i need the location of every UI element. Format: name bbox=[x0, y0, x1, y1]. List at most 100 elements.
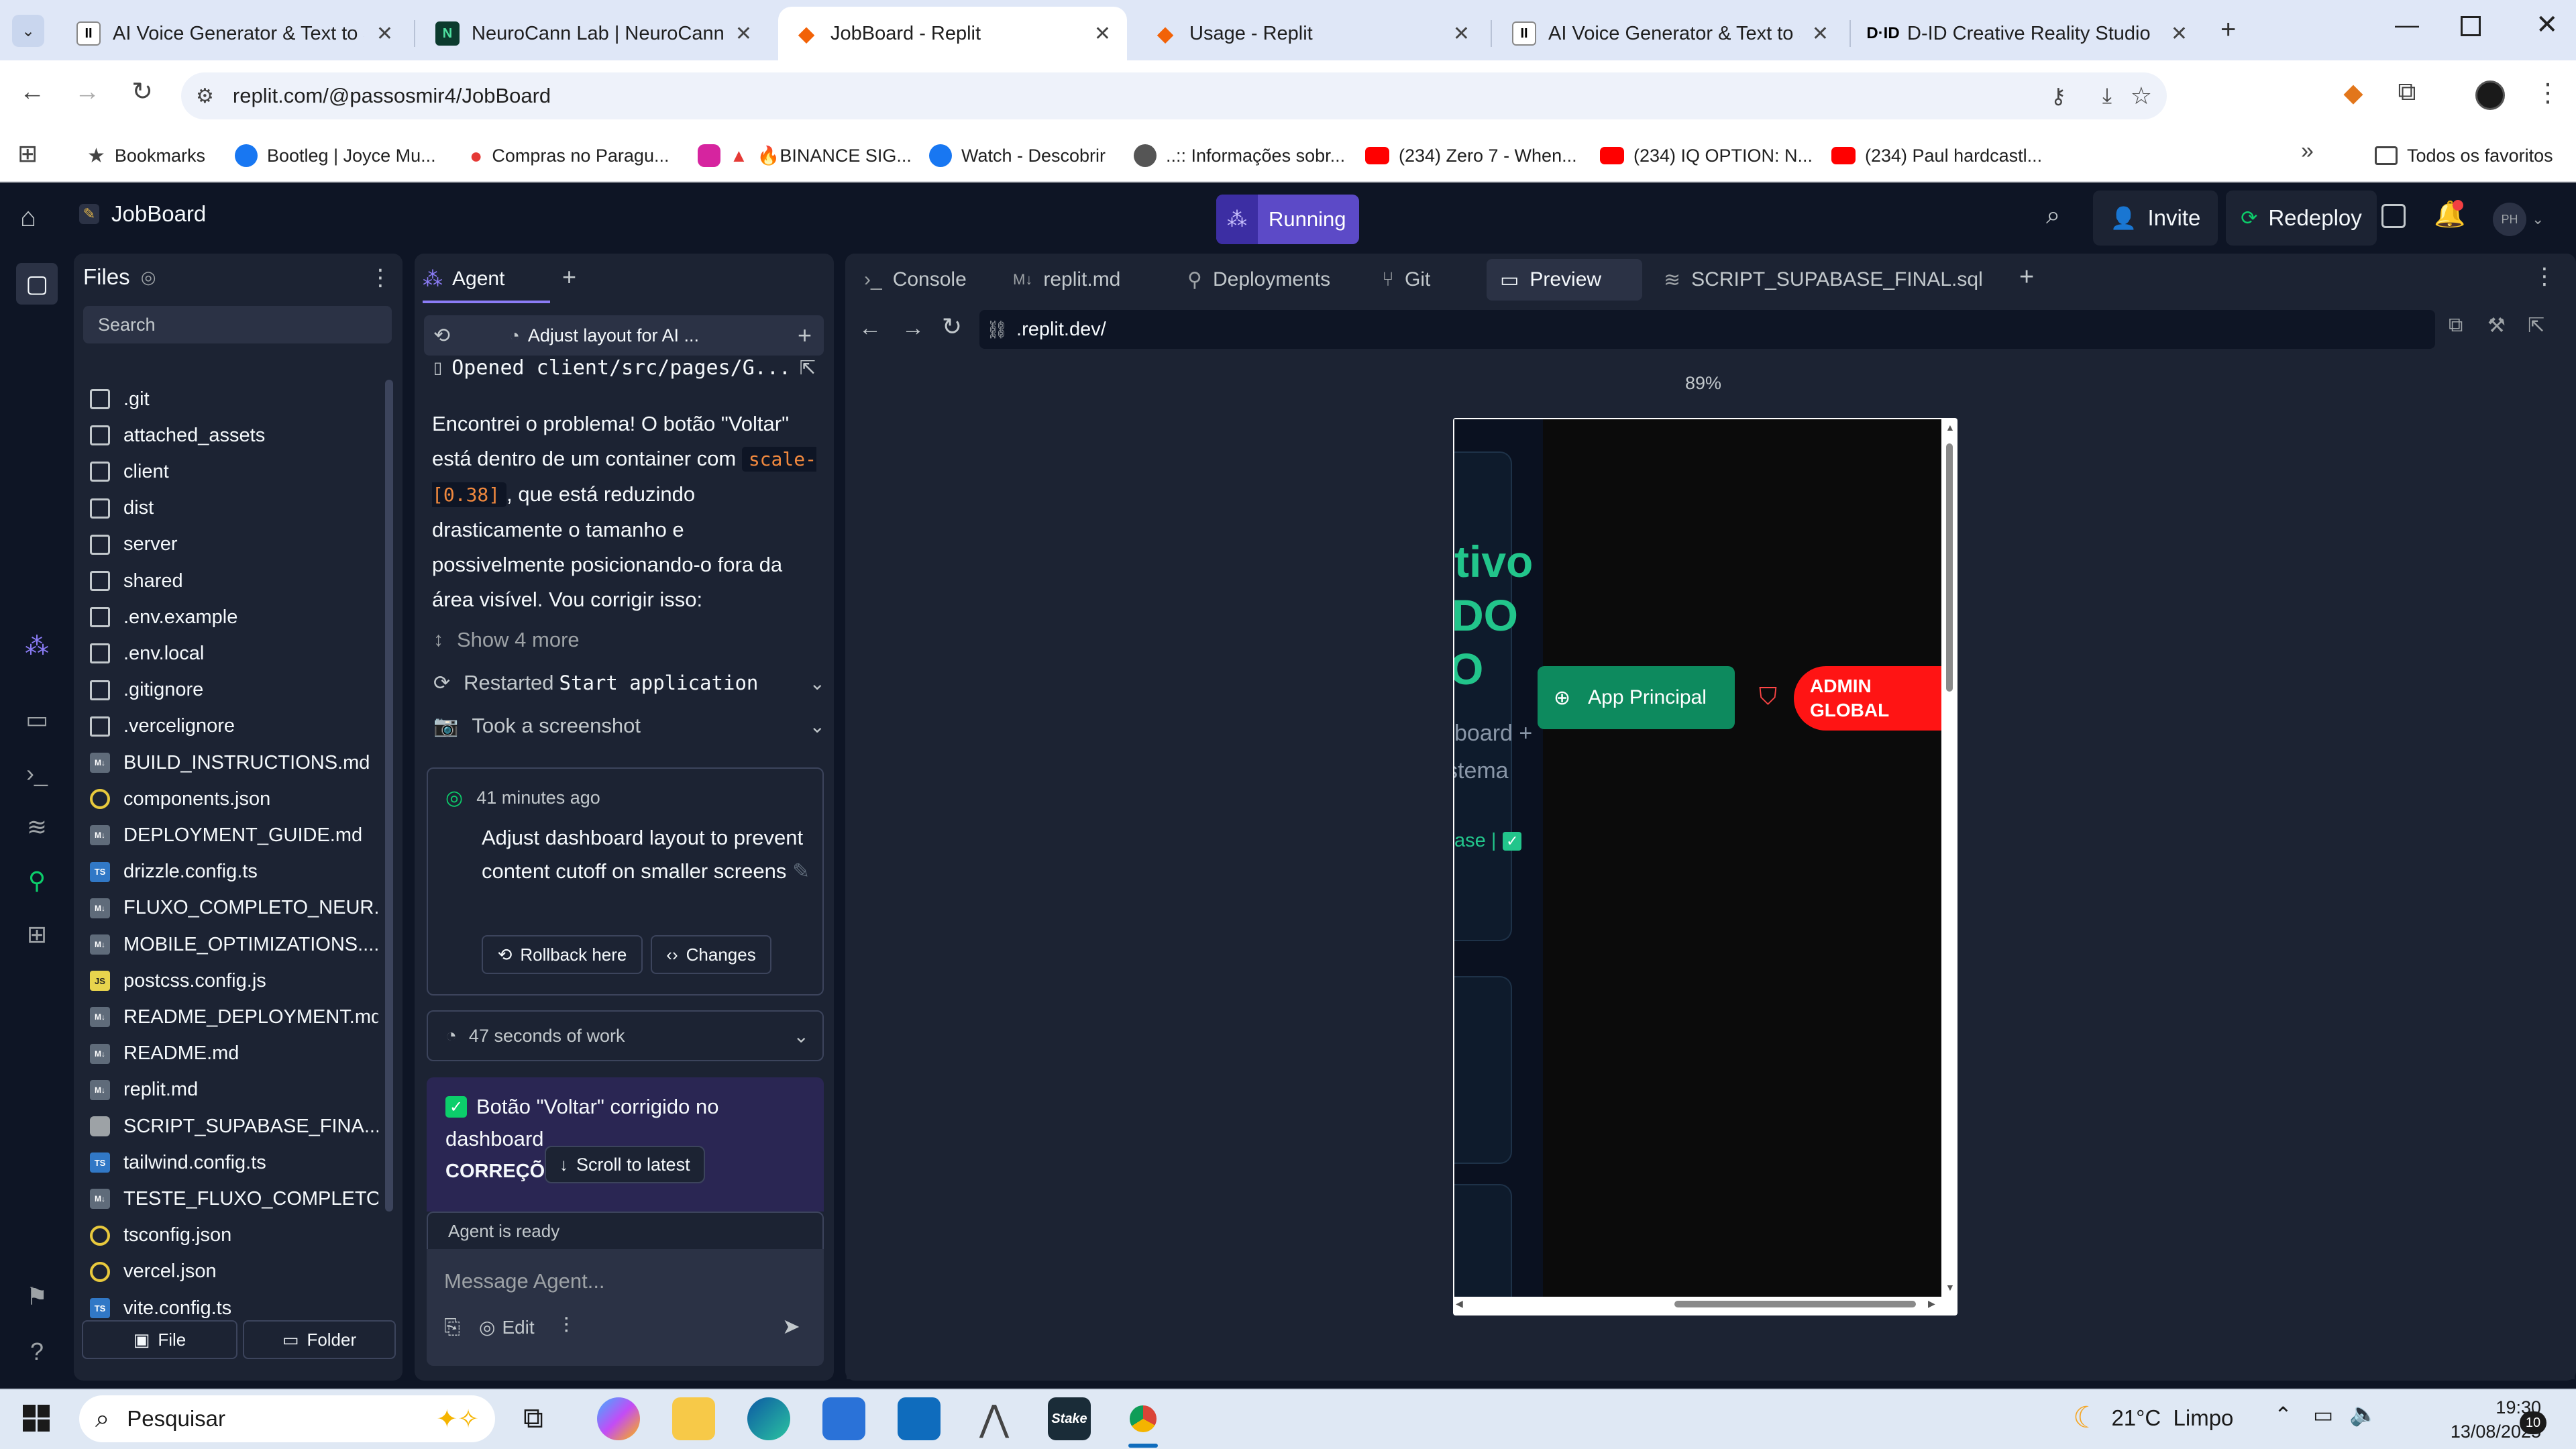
stake-app-icon[interactable]: Stake bbox=[1048, 1397, 1091, 1440]
close-icon[interactable]: ✕ bbox=[1812, 22, 1829, 46]
changes-button[interactable]: ‹› Changes bbox=[651, 935, 771, 974]
tab-agent[interactable]: ⁂ Agent bbox=[423, 262, 504, 297]
home-icon[interactable]: ⌂ bbox=[20, 203, 36, 233]
file-tree-item[interactable]: M↓ TESTE_FLUXO_COMPLETO... bbox=[83, 1181, 378, 1217]
microsoft-store-icon[interactable] bbox=[822, 1397, 865, 1440]
deployments-icon[interactable]: ⚲ bbox=[20, 864, 54, 898]
redeploy-button[interactable]: ⟳ Redeploy bbox=[2226, 191, 2377, 246]
message-agent-input[interactable]: Message Agent... bbox=[444, 1263, 806, 1300]
taskbar-search-box[interactable]: ⌕ Pesquisar ✦✧ bbox=[79, 1395, 495, 1442]
multiplayer-icon[interactable] bbox=[2381, 204, 2406, 228]
file-tree-item[interactable]: attached_assets bbox=[83, 417, 378, 453]
close-icon[interactable]: ✕ bbox=[1094, 22, 1111, 46]
bookmark-item[interactable]: ★ Bookmarks bbox=[87, 141, 205, 170]
preview-forward-icon[interactable]: → bbox=[902, 315, 924, 341]
preview-reload-icon[interactable]: ↻ bbox=[942, 313, 962, 341]
scroll-right-arrow[interactable]: ▶ bbox=[1928, 1298, 1935, 1309]
bookmark-star-icon[interactable]: ☆ bbox=[2131, 82, 2152, 110]
user-avatar[interactable]: PH ⌄ bbox=[2493, 203, 2544, 236]
screenshot-action[interactable]: 📷 Took a screenshot ⌄ bbox=[433, 714, 825, 738]
notification-badge[interactable]: 10 bbox=[2520, 1411, 2546, 1434]
all-tools-icon[interactable]: ⊞ bbox=[20, 918, 54, 951]
metamask-icon[interactable]: ◆ bbox=[2334, 78, 2372, 108]
preview-icon[interactable]: ▭ bbox=[20, 703, 54, 737]
files-scrollbar[interactable] bbox=[385, 380, 393, 1212]
file-tree-item[interactable]: M↓ FLUXO_COMPLETO_NEUR... bbox=[83, 890, 378, 926]
app-principal-button[interactable]: ⊕ App Principal bbox=[1538, 666, 1735, 729]
file-tree-item[interactable]: M↓ BUILD_INSTRUCTIONS.md bbox=[83, 745, 378, 781]
url-text[interactable]: replit.com/@passosmir4/JobBoard bbox=[233, 84, 551, 108]
bookmark-item[interactable]: (234) Paul hardcastl... bbox=[1831, 141, 2042, 170]
bookmark-item[interactable]: ▲ 🔥BINANCE SIG... bbox=[698, 141, 912, 170]
external-link-icon[interactable]: ⇱ bbox=[800, 356, 816, 380]
bookmark-item[interactable]: (234) Zero 7 - When... bbox=[1365, 141, 1577, 170]
file-tree-item[interactable]: M↓ MOBILE_OPTIMIZATIONS.... bbox=[83, 926, 378, 963]
password-key-icon[interactable]: ⚷ bbox=[2051, 83, 2066, 109]
close-icon[interactable]: ✕ bbox=[735, 22, 752, 46]
history-icon[interactable]: ⟲ bbox=[433, 324, 450, 347]
new-tab-icon[interactable]: + bbox=[562, 263, 576, 291]
file-tree-item[interactable]: M↓ replit.md bbox=[83, 1072, 378, 1108]
file-tree-item[interactable]: .env.example bbox=[83, 599, 378, 635]
apps-grid-icon[interactable]: ⊞ bbox=[17, 140, 38, 168]
file-tree-item[interactable]: M↓ README.md bbox=[83, 1036, 378, 1072]
address-bar[interactable]: ⚙ replit.com/@passosmir4/JobBoard ⚷ ⤓ ☆ bbox=[181, 72, 2167, 119]
file-tree-item[interactable]: M↓ DEPLOYMENT_GUIDE.md bbox=[83, 817, 378, 853]
scroll-to-latest-button[interactable]: ↓ Scroll to latest bbox=[545, 1146, 705, 1183]
tab-preview[interactable]: ▭ Preview bbox=[1487, 259, 1642, 301]
show-hidden-icons[interactable]: ⌃ bbox=[2274, 1402, 2292, 1428]
close-icon[interactable]: ✕ bbox=[2171, 22, 2188, 46]
extensions-icon[interactable]: ⧉ bbox=[2388, 78, 2426, 107]
volume-icon[interactable]: 🔈 bbox=[2349, 1401, 2377, 1428]
files-icon[interactable]: ▢ bbox=[16, 263, 58, 305]
file-tree-item[interactable]: M↓ README_DEPLOYMENT.md bbox=[83, 999, 378, 1035]
arc-app-icon[interactable]: ⋀ bbox=[973, 1397, 1016, 1440]
rollback-button[interactable]: ⟲ Rollback here bbox=[482, 935, 643, 974]
browser-tab[interactable]: II AI Voice Generator & Text to Sp ✕ bbox=[1496, 7, 1845, 60]
file-tree-item[interactable]: SCRIPT_SUPABASE_FINA... bbox=[83, 1108, 378, 1144]
edit-pencil-icon[interactable]: ✎ bbox=[792, 859, 810, 883]
file-tree-item[interactable]: .vercelignore bbox=[83, 708, 378, 745]
work-summary[interactable]: ◔ 47 seconds of work ⌄ bbox=[427, 1010, 824, 1061]
browser-tab[interactable]: ◆ Usage - Replit ✕ bbox=[1137, 7, 1486, 60]
scroll-up-arrow[interactable]: ▲ bbox=[1945, 422, 1955, 433]
all-bookmarks-folder[interactable]: Todos os favoritos bbox=[2375, 141, 2553, 170]
tab-replit-md[interactable]: M↓ replit.md bbox=[1000, 259, 1134, 301]
help-icon[interactable]: ? bbox=[20, 1335, 54, 1368]
add-tab-icon[interactable]: + bbox=[2019, 263, 2034, 292]
scroll-thumb[interactable] bbox=[1946, 443, 1953, 692]
window-close-icon[interactable]: ✕ bbox=[2536, 9, 2559, 40]
open-new-window-icon[interactable]: ⇱ bbox=[2528, 314, 2544, 337]
tab-console[interactable]: ›_ Console bbox=[851, 259, 980, 301]
install-app-icon[interactable]: ⤓ bbox=[2102, 83, 2112, 109]
windows-start-icon[interactable] bbox=[23, 1405, 50, 1432]
file-tree-item[interactable]: client bbox=[83, 453, 378, 490]
bookmark-item[interactable]: (234) IQ OPTION: N... bbox=[1600, 141, 1813, 170]
copilot-app-icon[interactable] bbox=[597, 1397, 640, 1440]
project-title[interactable]: ✎ JobBoard bbox=[79, 201, 206, 227]
new-chat-icon[interactable]: + bbox=[798, 321, 812, 350]
preview-horizontal-scrollbar[interactable]: ◀ ▶ bbox=[1454, 1297, 1943, 1311]
more-bookmarks-icon[interactable]: » bbox=[2301, 138, 2314, 164]
attach-icon[interactable]: ⎘ bbox=[444, 1316, 460, 1339]
browser-tab[interactable]: II AI Voice Generator & Text to Sp ✕ bbox=[60, 7, 409, 60]
send-icon[interactable]: ➤ bbox=[782, 1313, 800, 1339]
settings-sliders-icon[interactable]: ⫶ bbox=[564, 1313, 569, 1339]
back-icon[interactable]: ← bbox=[13, 78, 51, 107]
browser-tab[interactable]: D·ID D-ID Creative Reality Studio ✕ bbox=[1855, 7, 2204, 60]
bookmark-item[interactable]: Watch - Descobrir bbox=[929, 141, 1106, 170]
close-icon[interactable]: ✕ bbox=[376, 22, 393, 46]
reload-icon[interactable]: ↻ bbox=[123, 76, 161, 107]
agent-icon[interactable]: ⁂ bbox=[20, 629, 54, 663]
profile-avatar[interactable] bbox=[2475, 80, 2505, 110]
workspace-menu-icon[interactable]: ⋮ bbox=[2533, 263, 2556, 290]
browser-tab[interactable]: N NeuroCann Lab | NeuroCann La ✕ bbox=[419, 7, 768, 60]
file-tree-item[interactable]: .git bbox=[83, 381, 378, 417]
search-icon[interactable]: ⌕ bbox=[2046, 201, 2060, 230]
minimize-icon[interactable]: — bbox=[2395, 11, 2419, 39]
new-tab-button[interactable]: + bbox=[2220, 15, 2236, 45]
alerts-icon[interactable]: ⚑ bbox=[20, 1280, 54, 1313]
invite-button[interactable]: 👤 Invite bbox=[2093, 191, 2218, 246]
browser-tab-active[interactable]: ◆ JobBoard - Replit ✕ bbox=[778, 7, 1127, 60]
chrome-menu-icon[interactable]: ⋮ bbox=[2529, 78, 2567, 108]
